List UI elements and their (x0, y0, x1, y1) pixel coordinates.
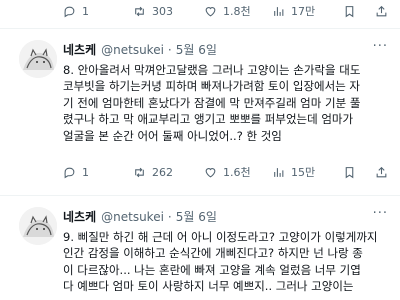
avatar[interactable] (19, 40, 57, 78)
tweet-text-line: 코부빗을 하기는커녕 피하며 빠져나가려함 토이 입장에서는 자 (63, 79, 361, 94)
like-button[interactable]: 1.8천 (204, 0, 251, 22)
retweet-button[interactable]: 303 (133, 0, 173, 22)
tweet-text-line: 기 전에 엄마한테 혼났다가 잠결에 막 만져주길래 엄마 기분 풀 (63, 95, 361, 110)
tweet-text-line: 9. 삐질만 하긴 해 근데 어 아니 이정도라고? 고양이가 이렇게까지 (63, 230, 378, 244)
tweet-date[interactable]: 5월 6일 (176, 41, 217, 58)
reply-icon (64, 167, 75, 178)
share-icon (376, 166, 387, 177)
tweet-text: 9. 삐질만 하긴 해 근데 어 아니 이정도라고? 고양이가 이렇게까지 인간… (63, 229, 397, 295)
tweet-text-line: 다 예쁘다 엄마 토이 사랑하지 너무 예쁘지.. 그러나 고양이는 (63, 279, 354, 294)
bookmark-button[interactable] (343, 0, 356, 22)
tweet-header: 네츠케 @netsukei · 5월 6일 (63, 41, 217, 58)
bookmark-icon (345, 166, 354, 178)
retweet-count: 262 (152, 165, 173, 179)
more-options-icon[interactable]: ··· (373, 39, 388, 54)
display-name[interactable]: 네츠케 (63, 41, 96, 58)
tweet[interactable]: 네츠케 @netsukei · 5월 6일 ··· 9. 삐질만 하긴 해 근데… (0, 196, 400, 300)
retweet-count: 303 (152, 4, 173, 18)
tweet-actions-bar: 1 262 1.6천 15만 (0, 161, 400, 183)
like-count: 1.8천 (223, 5, 251, 18)
retweet-icon (135, 6, 144, 16)
separator-dot: · (167, 42, 172, 57)
like-icon (205, 167, 216, 177)
views-button[interactable]: 15만 (272, 161, 315, 183)
reply-count: 1 (82, 165, 89, 179)
tweet-text-line: 이 다르잖아... 나는 혼란에 빠져 고양을 계속 얼렀음 너무 기엽 (63, 262, 361, 277)
more-options-icon[interactable]: ··· (373, 206, 388, 221)
tweet-text: 8. 안아올려서 막껴안고달랬음 그러나 고양이는 손가락을 대도 코부빗을 하… (63, 62, 397, 144)
bookmark-icon (345, 5, 354, 17)
tweet-header: 네츠케 @netsukei · 5월 6일 (63, 208, 217, 225)
like-count: 1.6천 (223, 166, 251, 179)
reply-count: 1 (82, 4, 89, 18)
avatar-illustration (19, 207, 57, 245)
views-icon (274, 167, 284, 177)
tweet-text-line: 렸구나 하고 막 애교부리고 앵기고 뽀뽀를 퍼부었는데 엄마가 (63, 112, 354, 127)
like-icon (205, 6, 216, 16)
like-button[interactable]: 1.6천 (204, 161, 251, 183)
user-handle[interactable]: @netsukei (101, 210, 164, 224)
separator-dot: · (167, 209, 172, 224)
tweet-text-line: 인간 감정을 이해하고 순식간에 개삐진다고? 하지만 넌 나랑 종 (63, 246, 363, 261)
share-icon (376, 5, 387, 16)
retweet-icon (135, 167, 144, 177)
views-count: 17만 (291, 5, 316, 18)
reply-button[interactable]: 1 (63, 161, 89, 183)
user-handle[interactable]: @netsukei (101, 43, 164, 57)
views-icon (274, 6, 284, 16)
views-count: 15만 (291, 166, 316, 179)
share-button[interactable] (375, 161, 388, 183)
reply-icon (64, 6, 75, 17)
display-name[interactable]: 네츠케 (63, 208, 96, 225)
tweet-date[interactable]: 5월 6일 (176, 208, 217, 225)
avatar-illustration (19, 40, 57, 78)
reply-button[interactable]: 1 (63, 0, 89, 22)
tweet-text-line: 8. 안아올려서 막껴안고달랬음 그러나 고양이는 손가락을 대도 (63, 63, 361, 77)
share-button[interactable] (375, 0, 388, 22)
avatar[interactable] (19, 207, 57, 245)
retweet-button[interactable]: 262 (133, 161, 173, 183)
views-button[interactable]: 17만 (272, 0, 315, 22)
bookmark-button[interactable] (343, 161, 356, 183)
tweet-text-line: 얼굴을 본 순간 어어 둘째 아니었어..? 한 것임 (63, 128, 282, 143)
tweet[interactable]: 네츠케 @netsukei · 5월 6일 ··· 8. 안아올려서 막껴안고달… (0, 29, 400, 195)
tweet-actions-bar: 1 303 1.8천 17만 (0, 0, 400, 22)
